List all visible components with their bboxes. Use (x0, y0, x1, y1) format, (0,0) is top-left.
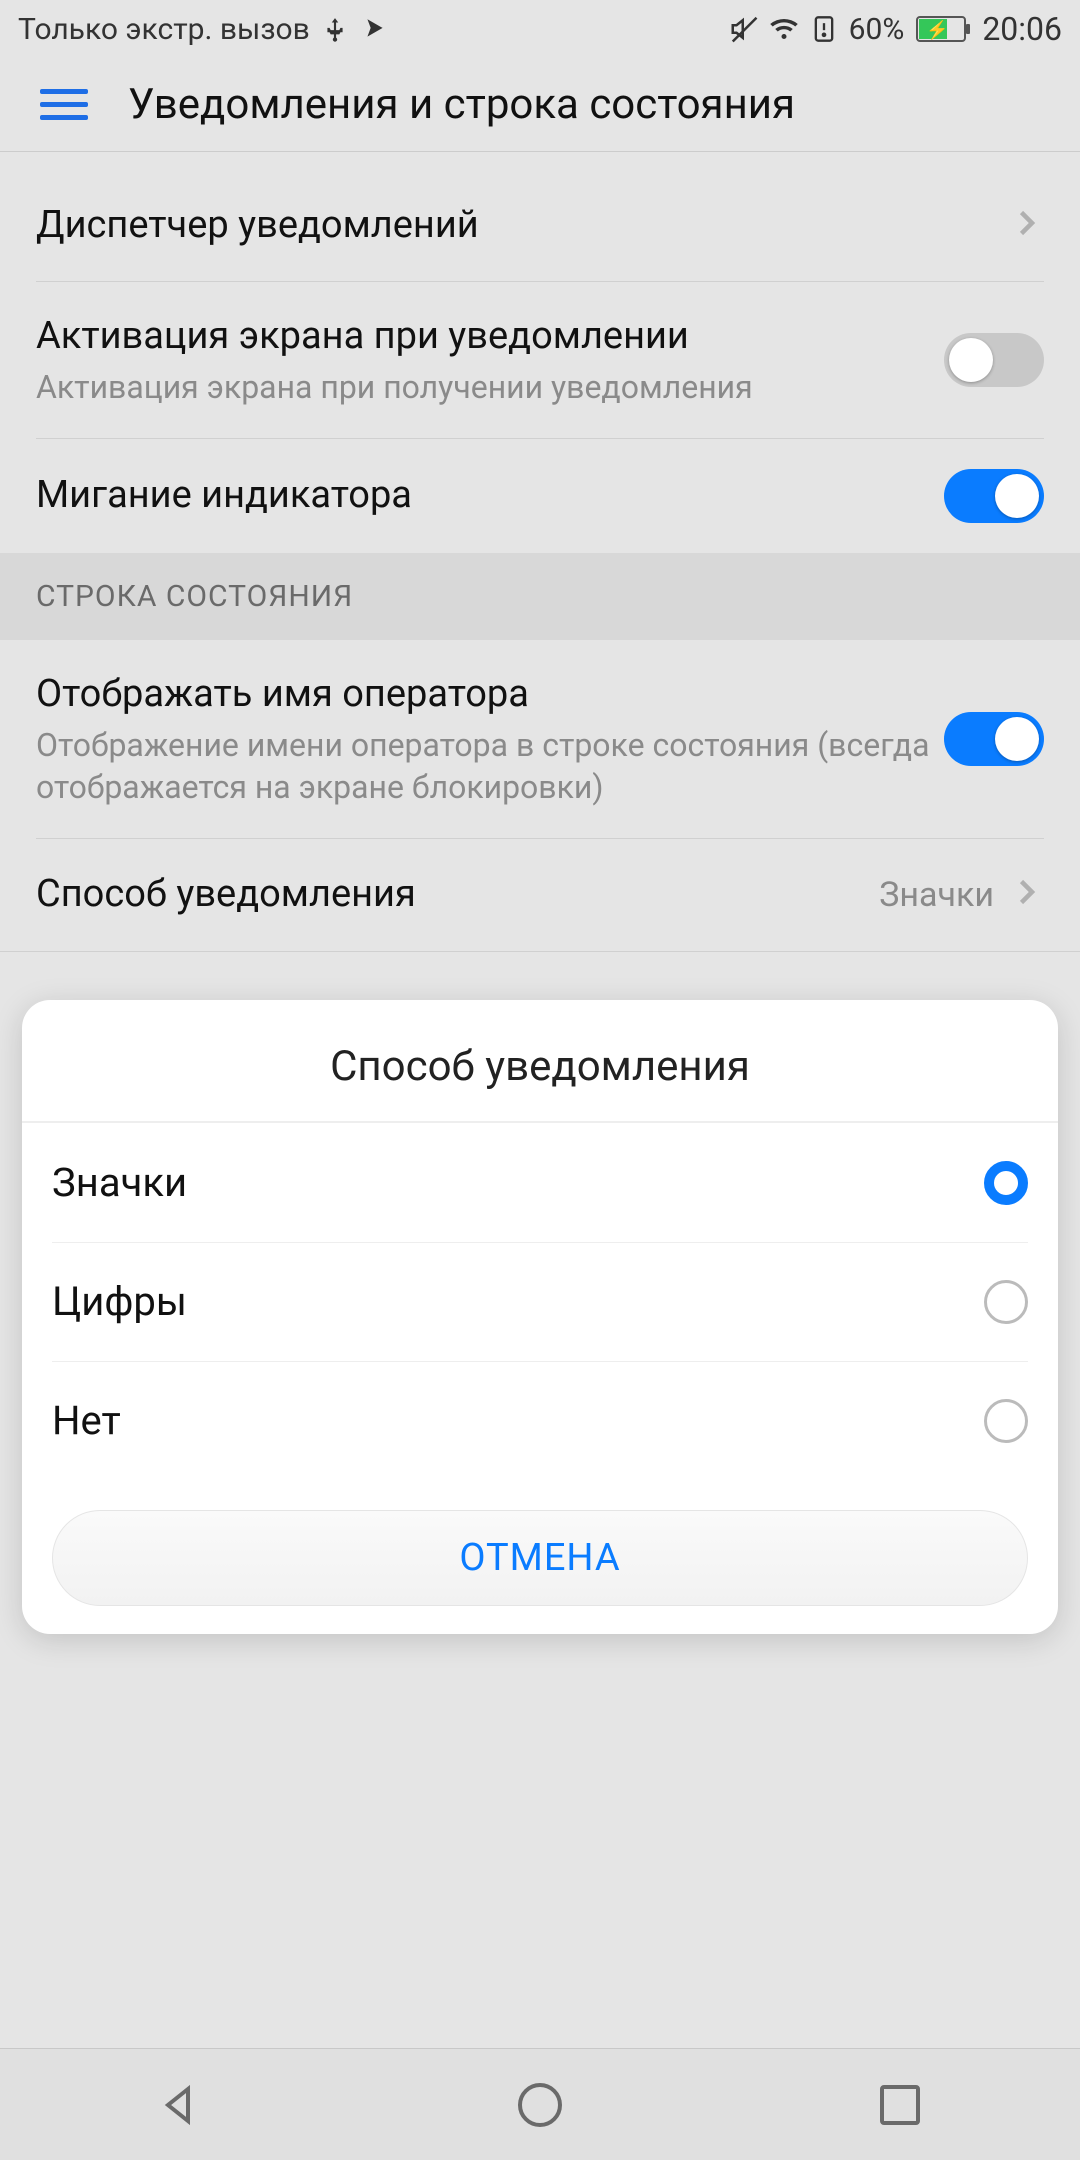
row-screen-on-notify[interactable]: Активация экрана при уведомлении Активац… (0, 282, 1080, 439)
clock-text: 20:06 (982, 10, 1062, 48)
dialog-cancel-button[interactable]: ОТМЕНА (52, 1510, 1028, 1606)
row-subtitle: Отображение имени оператора в строке сос… (36, 725, 944, 808)
row-title: Отображать имя оператора (36, 670, 944, 719)
nav-home-button[interactable] (510, 2075, 570, 2135)
row-title: Диспетчер уведомлений (36, 201, 1008, 250)
nav-recent-button[interactable] (870, 2075, 930, 2135)
row-show-carrier[interactable]: Отображать имя оператора Отображение име… (0, 640, 1080, 839)
radio-icon (984, 1399, 1028, 1443)
section-header-statusbar: СТРОКА СОСТОЯНИЯ (0, 553, 1080, 640)
row-value: Значки (879, 875, 994, 915)
mute-icon (729, 14, 759, 44)
radio-icon (984, 1280, 1028, 1324)
toggle-show-carrier[interactable] (944, 712, 1044, 766)
navigation-bar (0, 2048, 1080, 2160)
radio-selected-icon (984, 1161, 1028, 1205)
dialog-option-none[interactable]: Нет (22, 1361, 1058, 1480)
row-subtitle: Активация экрана при получении уведомлен… (36, 367, 944, 409)
carrier-text: Только экстр. вызов (18, 12, 310, 47)
wifi-icon (769, 14, 799, 44)
option-label: Нет (52, 1397, 121, 1444)
status-bar: Только экстр. вызов 60% ⚡ 20:06 (0, 0, 1080, 58)
row-led-blink[interactable]: Мигание индикатора (0, 439, 1080, 553)
toggle-led[interactable] (944, 469, 1044, 523)
row-title: Активация экрана при уведомлении (36, 312, 944, 361)
menu-icon[interactable] (40, 81, 88, 129)
option-label: Значки (52, 1159, 187, 1206)
dialog-option-icons[interactable]: Значки (22, 1123, 1058, 1242)
dialog-notification-method: Способ уведомления Значки Цифры Нет ОТМЕ… (22, 1000, 1058, 1634)
sim-alert-icon (809, 14, 839, 44)
chevron-right-icon (1008, 200, 1044, 252)
row-title: Способ уведомления (36, 870, 879, 919)
greenify-icon (360, 14, 390, 44)
chevron-right-icon (1008, 869, 1044, 921)
row-notification-method[interactable]: Способ уведомления Значки (0, 839, 1080, 952)
content-area: Диспетчер уведомлений Активация экрана п… (0, 152, 1080, 2048)
app-bar: Уведомления и строка состояния (0, 58, 1080, 152)
toggle-screen-on[interactable] (944, 333, 1044, 387)
battery-icon: ⚡ (914, 16, 966, 42)
nav-back-button[interactable] (150, 2075, 210, 2135)
usb-icon (320, 14, 350, 44)
option-label: Цифры (52, 1278, 187, 1325)
battery-percent: 60% (849, 12, 905, 47)
dialog-option-numbers[interactable]: Цифры (22, 1242, 1058, 1361)
dialog-title: Способ уведомления (22, 1000, 1058, 1123)
row-title: Мигание индикатора (36, 471, 944, 520)
page-title: Уведомления и строка состояния (128, 80, 795, 129)
row-notification-manager[interactable]: Диспетчер уведомлений (0, 170, 1080, 282)
